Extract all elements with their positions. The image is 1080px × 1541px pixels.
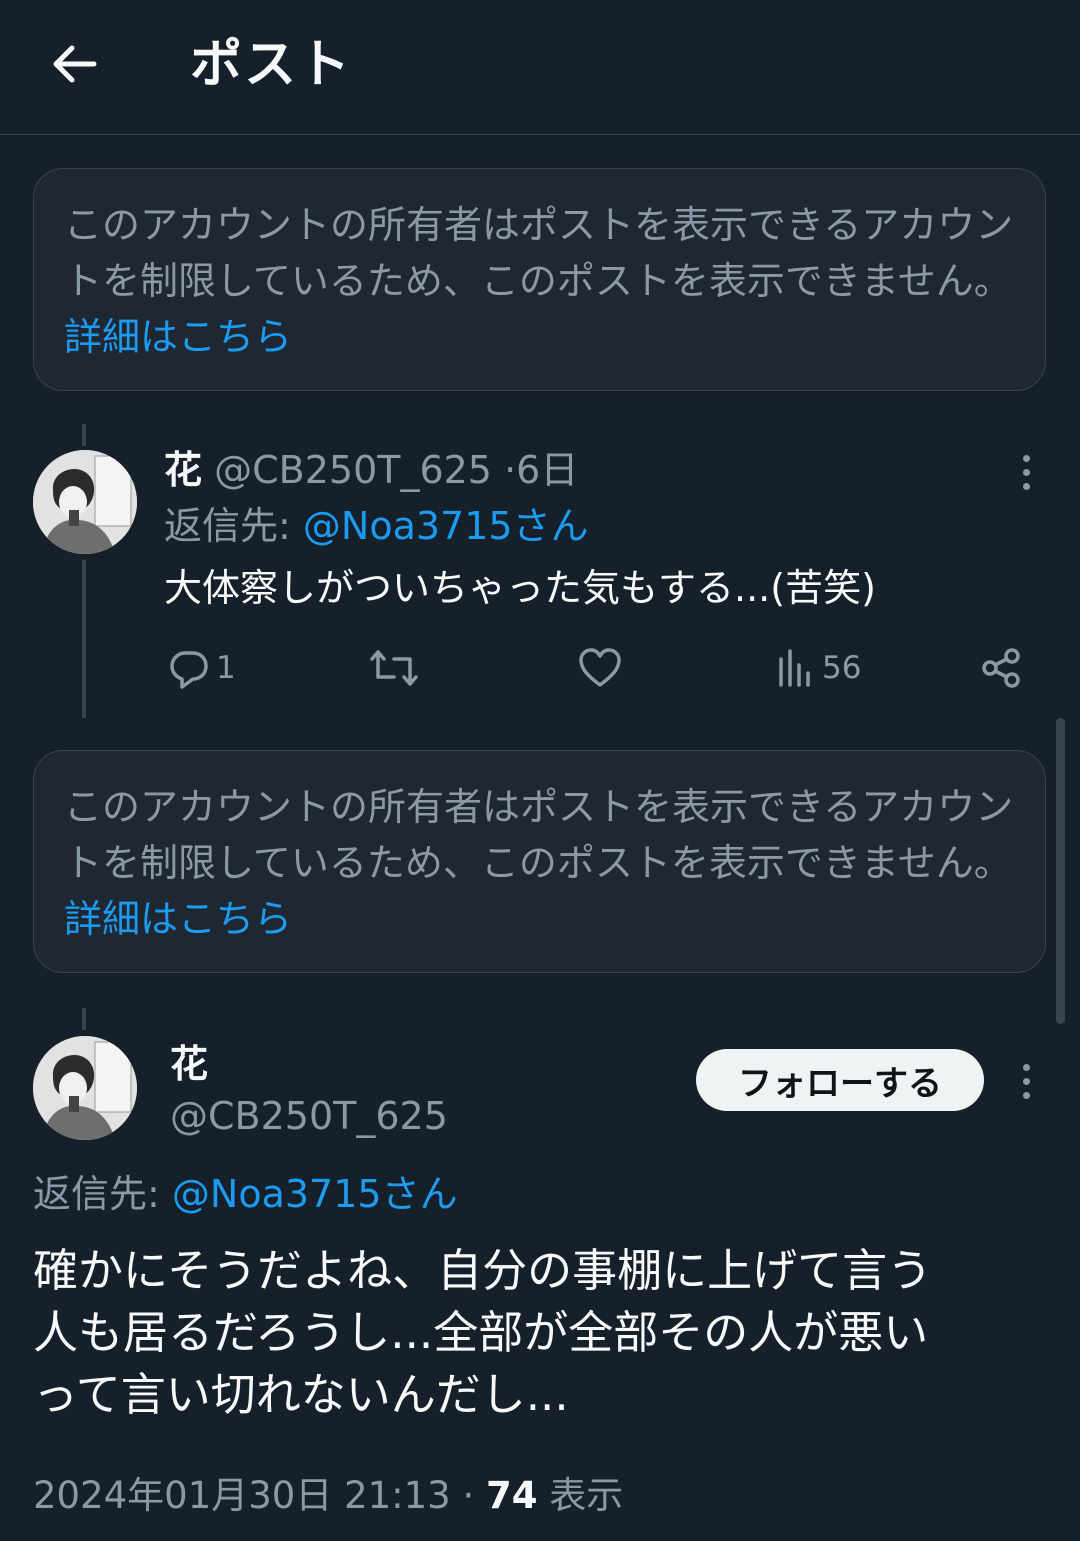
post-meta: 2024年01月30日 21:13 · 74 表示 xyxy=(33,1470,623,1522)
avatar[interactable] xyxy=(33,1036,137,1140)
reply-count: 1 xyxy=(216,650,236,686)
display-name[interactable]: 花 xyxy=(164,448,202,492)
post-text: 大体察しがついちゃった気もする...(苦笑) xyxy=(164,566,876,610)
post-text-line: 確かにそうだよね、自分の事棚に上げて言う xyxy=(33,1244,933,1297)
post-datetime[interactable]: 2024年01月30日 21:13 xyxy=(33,1474,451,1517)
restricted-post-notice: このアカウントの所有者はポストを表示できるアカウントを制限しているため、このポス… xyxy=(33,750,1046,973)
notice-text: このアカウントの所有者はポストを表示できるアカウントを制限しているため、このポス… xyxy=(64,203,1014,303)
post-text-line: って言い切れないんだし... xyxy=(33,1368,569,1421)
replying-to: 返信先: @Noa3715さん xyxy=(33,1168,458,1220)
separator-dot: · xyxy=(504,448,517,492)
share-button[interactable] xyxy=(980,644,1022,692)
display-name[interactable]: 花 xyxy=(170,1040,208,1088)
reply-prefix: 返信先: xyxy=(33,1172,160,1216)
display-name-text: 花 xyxy=(170,1042,209,1086)
avatar-image xyxy=(33,450,137,554)
post-time[interactable]: 6日 xyxy=(516,448,578,492)
scrollbar[interactable] xyxy=(1056,718,1065,1024)
restricted-post-notice: このアカウントの所有者はポストを表示できるアカウントを制限しているため、このポス… xyxy=(33,168,1046,391)
views-icon xyxy=(779,649,810,687)
post-author-line: 花 @CB250T_625 ·6日 xyxy=(164,446,578,494)
more-options-icon[interactable] xyxy=(1016,455,1036,495)
learn-more-link[interactable]: 詳細はこちら xyxy=(64,897,292,941)
reply-to-link[interactable]: @Noa3715さん xyxy=(303,504,589,548)
reply-icon xyxy=(170,651,208,689)
repost-button[interactable] xyxy=(370,644,418,692)
views-button[interactable]: 56 xyxy=(776,644,861,692)
back-arrow-icon[interactable] xyxy=(48,38,100,90)
follow-button[interactable]: フォローする xyxy=(696,1049,984,1111)
replying-to: 返信先: @Noa3715さん xyxy=(164,500,589,552)
post-text-line: 人も居るだろうし...全部が全部その人が悪い xyxy=(33,1306,929,1359)
thread-line xyxy=(82,560,86,718)
heart-icon xyxy=(579,648,621,687)
share-icon xyxy=(982,648,1020,688)
top-bar: ポスト xyxy=(0,0,1080,135)
avatar-image xyxy=(33,1036,137,1140)
handle[interactable]: @CB250T_625 xyxy=(214,448,492,492)
notice-text: このアカウントの所有者はポストを表示できるアカウントを制限しているため、このポス… xyxy=(64,785,1014,885)
more-options-icon[interactable] xyxy=(1016,1064,1036,1104)
post-text: 確かにそうだよね、自分の事棚に上げて言う 人も居るだろうし...全部が全部その人… xyxy=(33,1240,1048,1426)
reply-button[interactable]: 1 xyxy=(168,644,236,692)
repost-icon xyxy=(370,650,418,686)
thread-line xyxy=(82,424,86,446)
view-count: 74 xyxy=(486,1474,538,1517)
like-button[interactable] xyxy=(578,644,622,692)
thread-line xyxy=(82,1008,86,1030)
view-count: 56 xyxy=(822,650,862,686)
avatar[interactable] xyxy=(33,450,137,554)
views-label: 表示 xyxy=(549,1474,624,1517)
reply-prefix: 返信先: xyxy=(164,504,291,548)
separator-dot: · xyxy=(462,1474,475,1517)
handle[interactable]: @CB250T_625 xyxy=(170,1092,448,1140)
page-title: ポスト xyxy=(190,35,353,95)
learn-more-link[interactable]: 詳細はこちら xyxy=(64,315,292,359)
reply-to-link[interactable]: @Noa3715さん xyxy=(172,1172,458,1216)
